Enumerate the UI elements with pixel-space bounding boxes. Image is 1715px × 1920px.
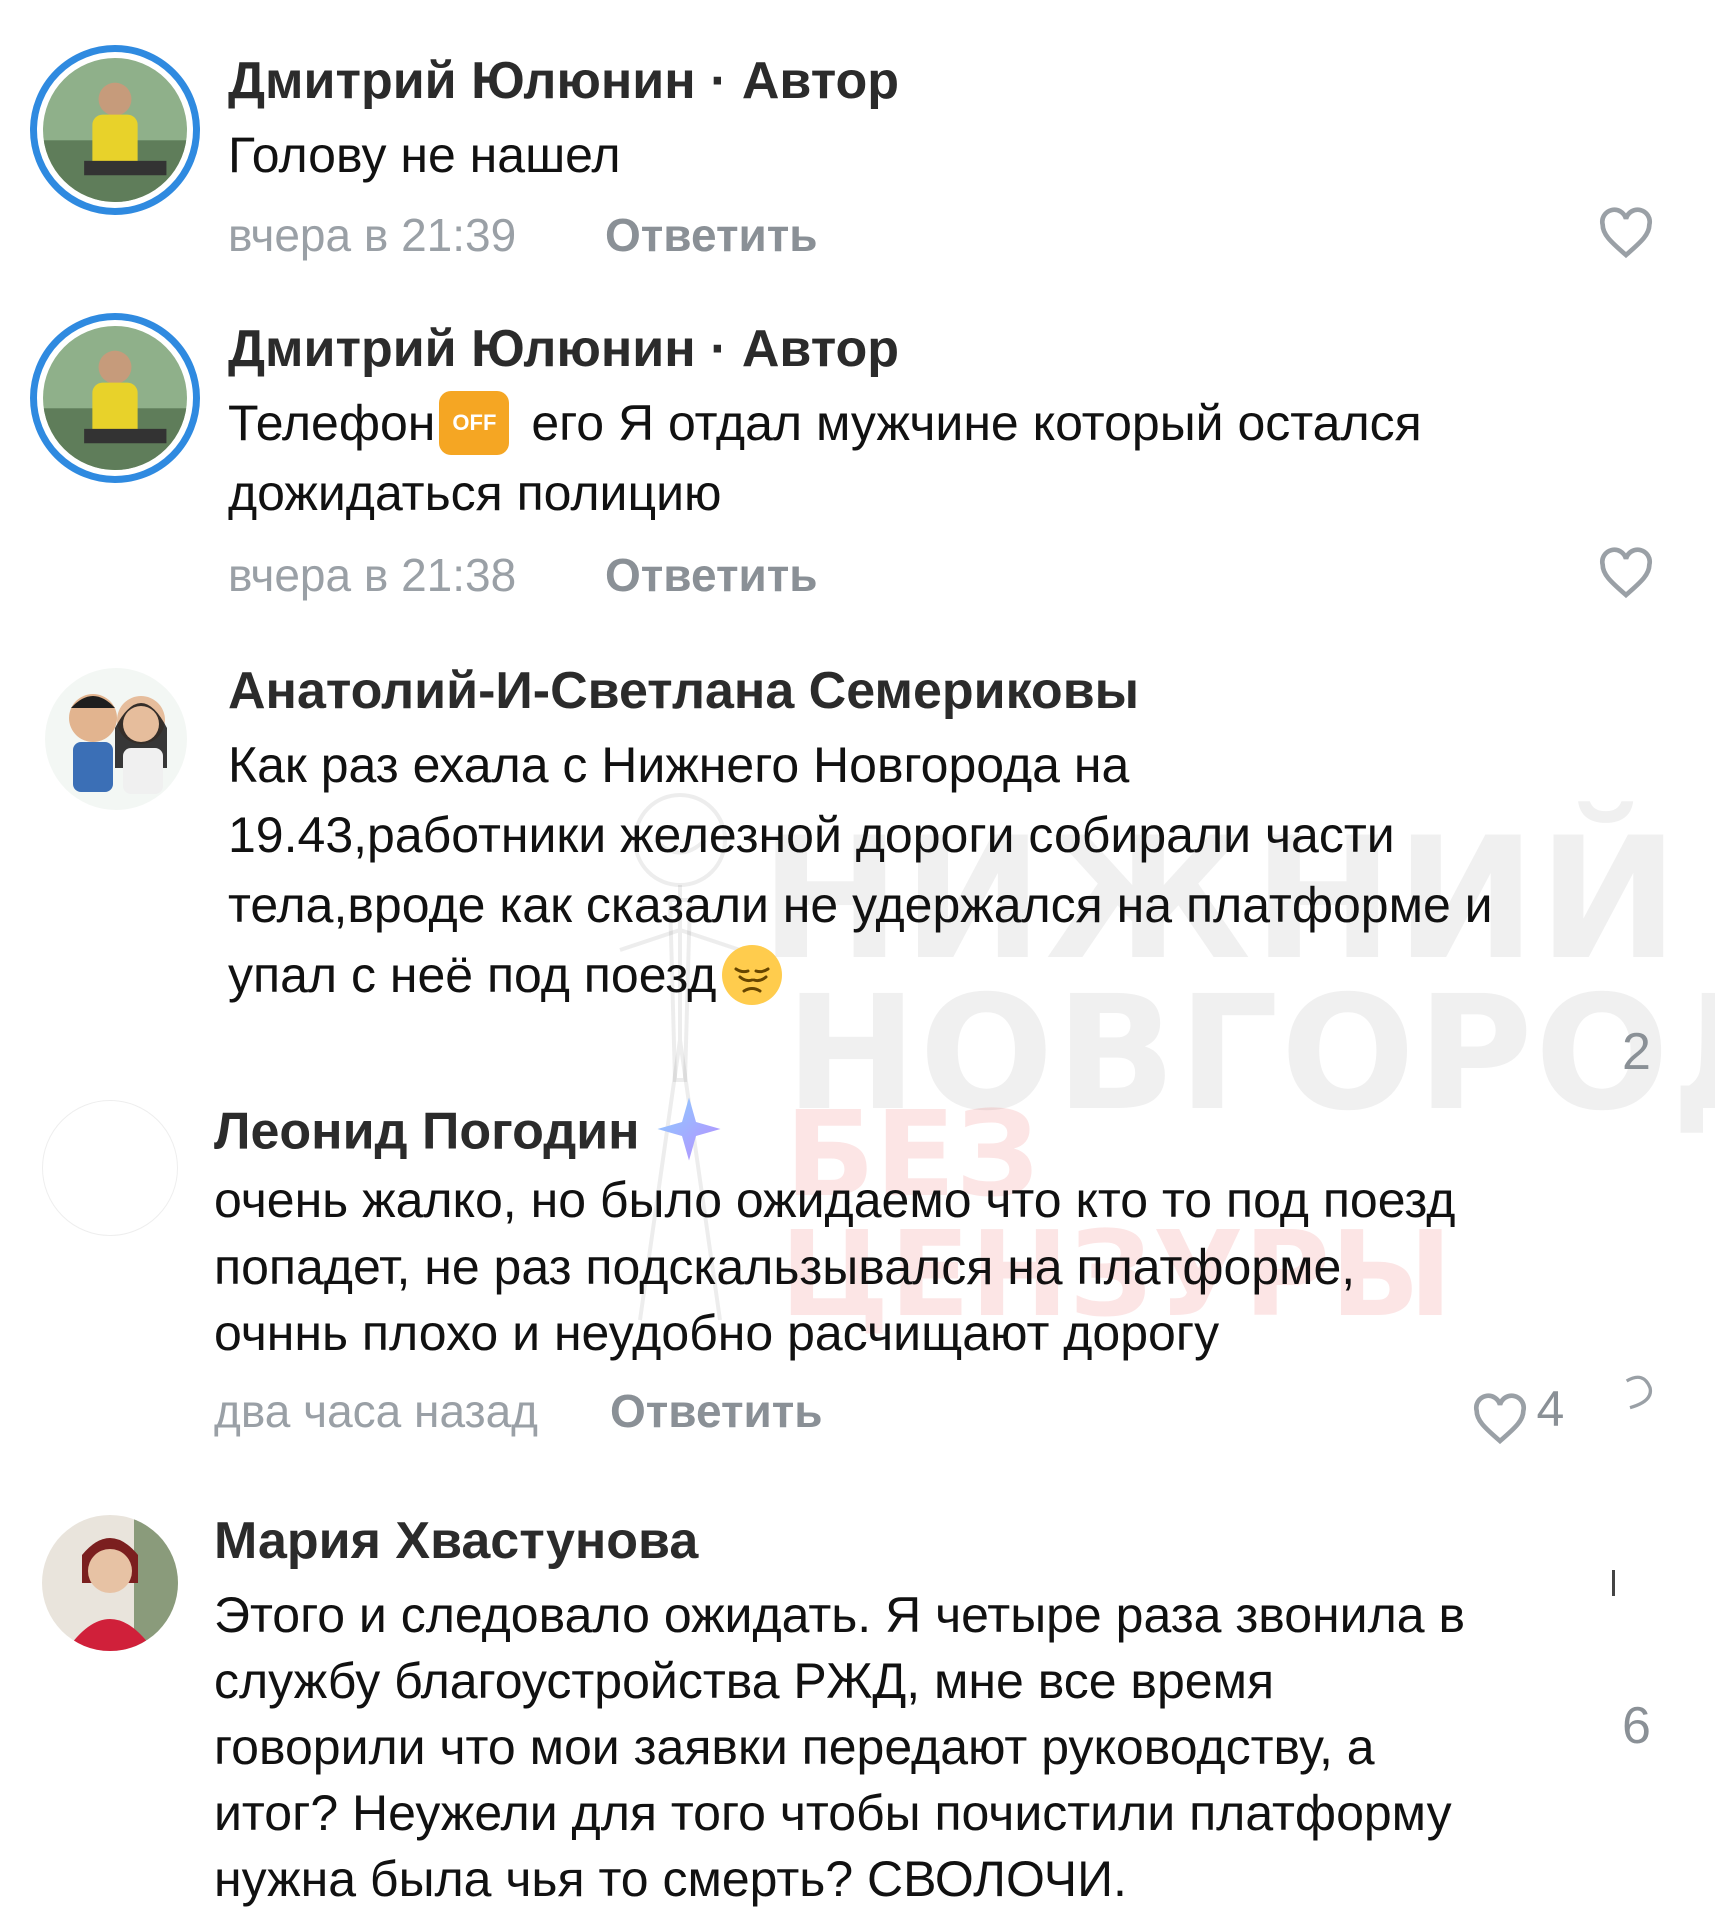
comment-text-line: говорили что мои заявки передают руковод… (214, 1719, 1375, 1775)
avatar[interactable] (42, 1100, 178, 1236)
author-tag: · Автор (695, 320, 900, 378)
like-button[interactable]: 4 (1472, 1382, 1564, 1444)
avatar[interactable] (42, 1515, 178, 1651)
avatar-photo (42, 1515, 178, 1651)
avatar-photo (43, 58, 187, 202)
comment-text: Голову не нашел (228, 127, 621, 183)
comment-text-line: итог? Неужели для того чтобы почистили п… (214, 1785, 1452, 1841)
reply-button[interactable]: Ответить (605, 552, 818, 598)
phone-off-emoji: OFF (439, 390, 510, 455)
avatar[interactable] (30, 45, 200, 215)
comment-text-line: очннь плохо и неудобно расчищают дорогу (214, 1305, 1220, 1361)
avatar-photo (45, 668, 187, 810)
like-count: 4 (1536, 1381, 1565, 1437)
comment-author[interactable]: Мария Хвастунова (214, 1515, 698, 1567)
comment-time: два часа назад (214, 1385, 539, 1437)
reply-button[interactable]: Ответить (605, 212, 818, 258)
comment-text-line: службу благоустройства РЖД, мне все врем… (214, 1653, 1275, 1709)
sparkle-star-icon (657, 1097, 721, 1161)
comment-text-line: Как раз ехала с Нижнего Новгорода на (228, 737, 1130, 793)
comment-time: вчера в 21:39 (228, 209, 517, 261)
text-segment: его Я отдал мужчине который остался (517, 395, 1422, 451)
comment-text-line: Этого и следовало ожидать. Я четыре раза… (214, 1587, 1466, 1643)
reply-count-badge: 2 (1622, 1023, 1651, 1081)
reply-button[interactable]: Ответить (610, 1388, 823, 1434)
comment-time: вчера в 21:38 (228, 549, 517, 601)
comment-text-line: нужна была чья то смерть? СВОЛОЧИ. (214, 1851, 1127, 1907)
comment-text-line: упал с неё под поезд (228, 940, 784, 1011)
avatar[interactable] (45, 668, 187, 810)
comment-author[interactable]: Дмитрий Юлюнин · Автор (228, 323, 899, 375)
pensive-face-emoji (722, 944, 783, 1005)
comment-text-line: дожидаться полицию (228, 465, 722, 521)
comment-author[interactable]: Дмитрий Юлюнин · Автор (228, 55, 899, 107)
reply-count-badge: 6 (1622, 1697, 1651, 1755)
author-name[interactable]: Дмитрий Юлюнин (228, 52, 696, 110)
comment-text-line: попадет, не раз подскальзывался на платф… (214, 1239, 1356, 1295)
comment-text-line: 19.43,работники железной дороги собирали… (228, 807, 1395, 863)
text-segment: упал с неё под поезд (228, 947, 717, 1003)
author-name[interactable]: Дмитрий Юлюнин (228, 320, 696, 378)
comment-author[interactable]: Леонид Погодин (214, 1097, 724, 1170)
avatar-photo (43, 326, 187, 470)
comment-text-line: очень жалко, но было ожидаемо что кто то… (214, 1172, 1456, 1228)
author-tag: · Автор (695, 52, 900, 110)
partial-icon (1625, 1375, 1653, 1410)
avatar[interactable] (30, 313, 200, 483)
heart-icon[interactable] (1598, 206, 1654, 262)
comment-author[interactable]: Анатолий-И-Светлана Семериковы (228, 665, 1139, 717)
heart-icon (1473, 1393, 1527, 1444)
author-name[interactable]: Леонид Погодин (214, 1103, 640, 1161)
heart-icon[interactable] (1598, 546, 1654, 602)
text-cursor (1612, 1570, 1615, 1596)
text-segment: Телефон (228, 395, 436, 451)
comment-text-line: тела,вроде как сказали не удержался на п… (228, 877, 1493, 933)
comment-text-line: Телефон OFF его Я отдал мужчине который о… (228, 388, 1422, 459)
